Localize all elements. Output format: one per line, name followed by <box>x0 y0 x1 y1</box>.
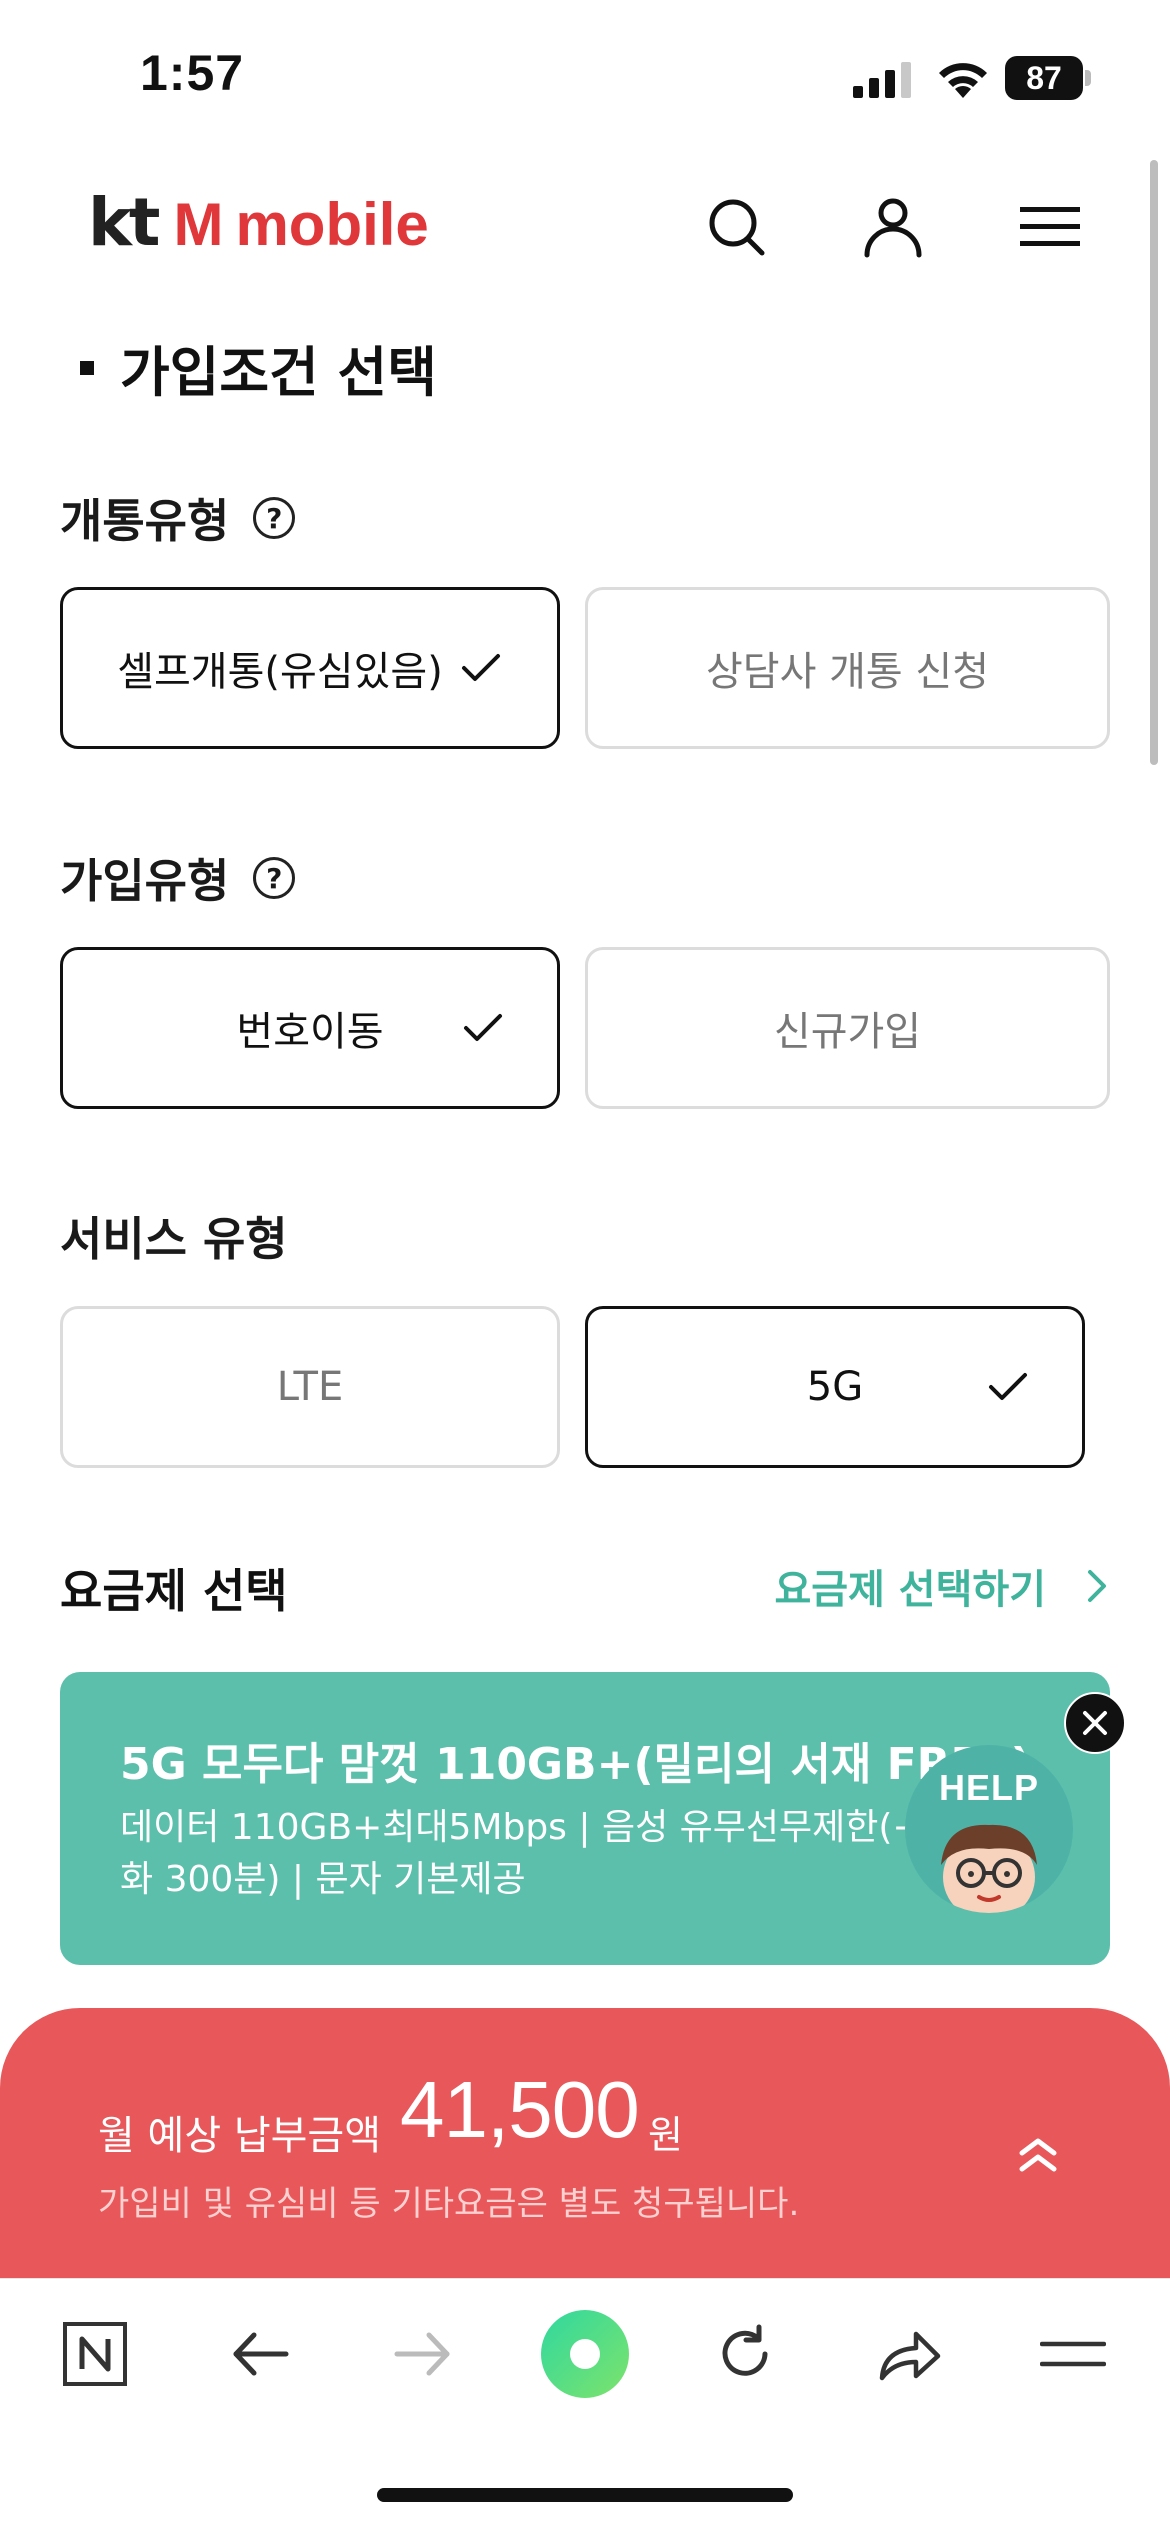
logo-m: M <box>173 191 224 258</box>
check-icon <box>462 654 500 681</box>
title-bullet <box>80 360 94 375</box>
browser-toolbar <box>0 2278 1170 2428</box>
option-new-subscription[interactable]: 신규가입 <box>585 947 1110 1109</box>
logo-kt: kt <box>88 184 160 261</box>
more-menu-button[interactable] <box>1028 2309 1118 2399</box>
option-self-activation[interactable]: 셀프개통(유심있음) <box>60 587 560 749</box>
price-unit: 원 <box>648 2113 683 2157</box>
double-chevron-up-icon[interactable] <box>1018 2133 1058 2177</box>
plan-selection-row: 요금제 선택 요금제 선택하기 <box>60 1545 1110 1625</box>
battery-icon: 87 <box>1005 56 1091 100</box>
option-lte[interactable]: LTE <box>60 1306 560 1468</box>
naver-n-icon <box>63 2322 127 2386</box>
page-title-text: 가입조건 선택 <box>120 341 437 404</box>
arrow-left-icon <box>233 2332 289 2376</box>
help-question-icon[interactable]: ? <box>253 857 296 899</box>
logo-mobile: mobile <box>235 191 429 258</box>
chevron-right-icon <box>1088 1570 1106 1602</box>
option-5g[interactable]: 5G <box>585 1306 1085 1468</box>
reload-button[interactable] <box>700 2309 790 2399</box>
avatar-face-icon <box>941 1824 1037 1913</box>
hamburger-menu-icon <box>1020 207 1080 246</box>
monthly-price-sheet[interactable]: 월 예상 납부금액 41,500 원 가입비 및 유심비 등 기타요금은 별도 … <box>0 2008 1170 2278</box>
activation-type-label: 개통유형 ? <box>60 485 296 551</box>
green-dot-icon <box>541 2310 629 2398</box>
user-icon <box>864 198 922 258</box>
home-indicator[interactable] <box>377 2488 793 2502</box>
price-value: 41,500 <box>400 2065 640 2154</box>
naver-home-button[interactable] <box>50 2309 140 2399</box>
option-number-port[interactable]: 번호이동 <box>60 947 560 1109</box>
help-question-icon[interactable]: ? <box>253 497 296 539</box>
option-counselor-activation[interactable]: 상담사 개통 신청 <box>585 587 1110 749</box>
page-title: 가입조건 선택 <box>80 328 437 407</box>
app-header: kt M mobile <box>0 170 1170 280</box>
back-button[interactable] <box>215 2309 305 2399</box>
search-icon <box>709 199 765 256</box>
close-help-button[interactable] <box>1064 1692 1126 1754</box>
reload-icon <box>722 2324 768 2376</box>
share-button[interactable] <box>865 2309 955 2399</box>
option-label: 5G <box>806 1364 864 1410</box>
status-time: 1:57 <box>140 45 245 101</box>
price-label: 월 예상 납부금액 <box>98 2113 382 2159</box>
menu-lines-icon <box>1040 2341 1106 2367</box>
subscription-type-label: 가입유형 ? <box>60 845 296 911</box>
signal-icon <box>853 62 911 98</box>
service-type-label: 서비스 유형 <box>60 1203 288 1269</box>
option-label: LTE <box>276 1364 344 1410</box>
wifi-icon <box>939 63 987 98</box>
page-scrollbar[interactable] <box>1150 160 1158 765</box>
kt-m-mobile-logo[interactable]: kt M mobile <box>88 184 429 264</box>
menu-button[interactable] <box>1015 192 1085 262</box>
check-icon <box>464 1014 502 1041</box>
arrow-right-icon <box>394 2332 450 2376</box>
share-arrow-icon <box>879 2331 941 2381</box>
option-label: 셀프개통(유심있음) <box>117 649 443 695</box>
plan-section-title: 요금제 선택 <box>60 1564 288 1618</box>
price-note: 가입비 및 유심비 등 기타요금은 별도 청구됩니다. <box>98 2184 800 2224</box>
option-label: 번호이동 <box>236 1009 384 1055</box>
battery-level: 87 <box>1005 56 1083 100</box>
plan-name: 5G 모두다 맘껏 110GB+(밀리의 서재 FREE) <box>120 1739 1031 1790</box>
select-plan-link[interactable]: 요금제 선택하기 <box>774 1557 1110 1615</box>
option-label: 상담사 개통 신청 <box>705 649 990 695</box>
close-icon <box>1083 1711 1107 1735</box>
help-chatbot-button[interactable]: HELP <box>905 1745 1073 1913</box>
green-dot-button[interactable] <box>540 2309 630 2399</box>
check-icon <box>989 1373 1027 1400</box>
subscription-type-text: 가입유형 <box>60 854 230 908</box>
service-type-text: 서비스 유형 <box>60 1212 288 1266</box>
select-plan-link-text: 요금제 선택하기 <box>774 1567 1046 1613</box>
option-label: 신규가입 <box>773 1009 922 1055</box>
my-page-button[interactable] <box>858 192 928 262</box>
forward-button[interactable] <box>378 2309 468 2399</box>
plan-description: 데이터 110GB+최대5Mbps | 음성 유무선무제한(+영상통화 300분… <box>120 1807 1022 1900</box>
activation-type-text: 개통유형 <box>60 494 230 548</box>
search-button[interactable] <box>702 192 772 262</box>
status-bar: 1:57 87 <box>0 0 1170 150</box>
